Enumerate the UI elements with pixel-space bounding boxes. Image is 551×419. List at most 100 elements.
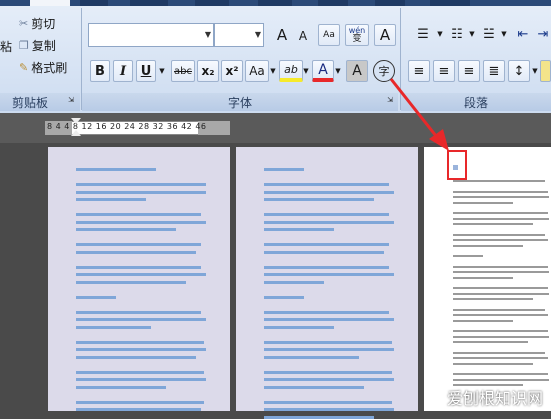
superscript-button[interactable]: x²	[221, 60, 243, 82]
numbering-icon[interactable]: ☷	[446, 24, 468, 44]
text-line	[264, 280, 324, 284]
character-border-button[interactable]: A	[374, 24, 396, 46]
copy-button[interactable]: ❐ 复制	[18, 36, 66, 54]
shrink-font-button[interactable]: A	[294, 26, 312, 46]
tab-insert[interactable]	[80, 0, 108, 6]
text-line	[453, 373, 548, 375]
phonetic-char: 变	[352, 34, 362, 44]
text-line	[76, 280, 186, 284]
text-line	[453, 378, 549, 381]
text-line	[264, 378, 394, 381]
text-line	[264, 213, 389, 216]
change-case-button[interactable]: Aa	[245, 60, 269, 82]
text-line	[76, 273, 206, 276]
text-line	[453, 201, 513, 204]
tab-review[interactable]	[318, 0, 348, 6]
annotation-arrow	[389, 78, 449, 151]
tab-references[interactable]	[195, 0, 229, 6]
text-line	[76, 250, 196, 254]
chevron-down-icon: ▼	[204, 30, 211, 39]
chevron-down-icon[interactable]: ▼	[500, 28, 508, 40]
italic-button[interactable]: I	[113, 60, 133, 82]
document-page-3[interactable]	[424, 147, 551, 411]
scissors-icon: ✂	[19, 16, 29, 30]
text-line	[453, 362, 533, 365]
tab-layout[interactable]	[130, 0, 168, 6]
cut-button[interactable]: ✂ 剪切	[18, 14, 66, 32]
text-line	[264, 310, 389, 314]
text-line	[453, 319, 513, 322]
tab-mailings[interactable]	[258, 0, 292, 6]
line-spacing-icon[interactable]: ↕	[508, 60, 530, 82]
clipboard-launcher-icon[interactable]: ⇲	[66, 95, 76, 105]
format-painter-label: 格式刷	[31, 60, 68, 75]
text-line	[76, 378, 206, 381]
highlight-button[interactable]: ab	[279, 60, 303, 82]
format-painter-button[interactable]: ✎ 格式刷	[18, 58, 76, 76]
tab-home[interactable]	[30, 0, 70, 6]
clear-format-button[interactable]: Aa	[318, 24, 340, 46]
chevron-down-icon[interactable]: ▼	[334, 64, 342, 78]
copy-label: 复制	[31, 38, 56, 53]
text-line	[453, 255, 483, 257]
ribbon-tab-strip	[0, 0, 551, 6]
text-line	[76, 213, 201, 216]
text-line	[264, 243, 389, 246]
cut-label: 剪切	[31, 16, 56, 31]
chevron-down-icon[interactable]: ▼	[269, 64, 277, 78]
text-line	[76, 310, 201, 314]
tab-addins[interactable]	[430, 0, 470, 6]
chevron-down-icon[interactable]: ▼	[436, 28, 444, 40]
align-right-icon[interactable]: ≡	[458, 60, 480, 82]
chevron-down-icon: ▼	[254, 30, 261, 39]
text-line	[76, 190, 206, 194]
paste-label[interactable]: 粘	[0, 38, 12, 55]
phonetic-guide-button[interactable]: wén 变	[345, 24, 369, 46]
text-line	[453, 276, 513, 279]
text-line	[264, 385, 364, 389]
text-line	[453, 335, 549, 338]
character-shading-button[interactable]: A	[346, 60, 368, 82]
text-line	[76, 198, 146, 201]
font-color-button[interactable]: A	[312, 60, 334, 82]
font-size-combo[interactable]: ▼	[214, 23, 264, 47]
chevron-down-icon[interactable]: ▼	[468, 28, 476, 40]
chevron-down-icon[interactable]: ▼	[302, 64, 310, 78]
text-line	[76, 355, 196, 359]
indent-marker-icon[interactable]	[71, 118, 81, 124]
text-line	[76, 228, 176, 231]
increase-indent-icon[interactable]: ⇥	[535, 24, 551, 44]
tab-view[interactable]	[375, 0, 405, 6]
bold-button[interactable]: B	[90, 60, 110, 82]
text-line	[453, 212, 548, 214]
chevron-down-icon[interactable]: ▼	[531, 64, 539, 78]
text-line	[453, 271, 549, 273]
text-line	[264, 273, 394, 276]
grow-font-button[interactable]: A	[272, 24, 292, 46]
bullets-icon[interactable]: ☰	[410, 24, 436, 44]
shading-icon[interactable]	[540, 60, 551, 82]
text-line	[264, 355, 359, 359]
text-line	[453, 308, 545, 311]
chevron-down-icon[interactable]: ▼	[157, 64, 167, 78]
text-line	[453, 223, 533, 225]
text-line	[453, 330, 548, 332]
text-line	[76, 348, 206, 351]
text-line	[76, 265, 201, 269]
text-line	[264, 168, 304, 171]
font-name-combo[interactable]: ▼	[88, 23, 214, 47]
multilevel-list-icon[interactable]: ☱	[478, 24, 500, 44]
text-line	[264, 190, 394, 194]
text-line	[76, 295, 116, 299]
text-line	[264, 295, 304, 299]
justify-icon[interactable]: ≣	[483, 60, 505, 82]
hanging-indent-icon[interactable]	[71, 130, 81, 136]
decrease-indent-icon[interactable]: ⇤	[512, 24, 534, 44]
copy-icon: ❐	[19, 38, 29, 52]
subscript-button[interactable]: x₂	[197, 60, 219, 82]
text-line	[264, 183, 389, 186]
text-line	[453, 239, 548, 241]
strikethrough-button[interactable]: abc	[171, 60, 195, 82]
text-line	[453, 180, 545, 182]
underline-button[interactable]: U	[136, 60, 156, 82]
